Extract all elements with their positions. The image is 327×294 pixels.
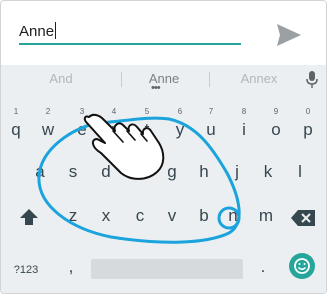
key-hint-t: 5	[144, 107, 150, 116]
key-hint-u: 7	[208, 107, 214, 116]
key-label-a: a	[35, 162, 45, 181]
compose-bar: Anne	[1, 1, 326, 65]
comma-key-label: ,	[68, 257, 74, 276]
key-label-t: t	[144, 120, 150, 139]
key-b[interactable]: b	[193, 206, 215, 226]
key-x[interactable]: x	[95, 206, 117, 226]
key-m[interactable]: m	[255, 206, 277, 226]
key-label-e: e	[77, 120, 87, 139]
suggestion-divider	[209, 72, 210, 87]
key-k[interactable]: k	[257, 162, 279, 182]
typed-text: Anne	[19, 23, 55, 40]
symbols-key-label: ?123	[13, 264, 39, 276]
key-label-l: l	[298, 162, 302, 181]
key-label-z: z	[68, 206, 78, 225]
suggestion-left-label: And	[49, 71, 73, 86]
key-label-f: f	[137, 162, 143, 181]
key-label-i: i	[242, 120, 246, 139]
suggestion-divider	[121, 72, 122, 87]
suggestion-left[interactable]: And	[31, 71, 91, 86]
key-label-h: h	[199, 162, 209, 181]
key-label-k: k	[263, 162, 273, 181]
spacebar[interactable]	[91, 259, 243, 279]
key-hint-i: 8	[241, 107, 247, 116]
key-r[interactable]: 4r	[103, 107, 125, 140]
key-l[interactable]: l	[289, 162, 311, 182]
emoji-key[interactable]	[289, 253, 315, 279]
key-e[interactable]: 3e	[71, 107, 93, 140]
key-label-o: o	[271, 120, 281, 139]
key-c[interactable]: c	[129, 206, 151, 226]
key-label-p: p	[303, 120, 313, 139]
suggestion-right[interactable]: Annex	[229, 71, 289, 86]
key-hint-q: 1	[13, 107, 19, 116]
key-label-c: c	[135, 206, 145, 225]
key-label-n: n	[228, 206, 238, 225]
backspace-icon[interactable]	[291, 210, 315, 226]
key-v[interactable]: v	[161, 206, 183, 226]
key-y[interactable]: 6y	[169, 107, 191, 140]
comma-key[interactable]: ,	[61, 257, 81, 277]
suggestion-right-label: Annex	[240, 71, 278, 86]
key-hint-y: 6	[177, 107, 183, 116]
period-key-label: .	[260, 257, 266, 276]
suggestion-strip: And Anne ••• Annex	[1, 65, 326, 94]
shift-icon[interactable]	[19, 208, 39, 226]
key-d[interactable]: d	[95, 162, 117, 182]
key-label-q: q	[11, 120, 21, 139]
more-suggestions-icon[interactable]: •••	[151, 83, 161, 94]
key-a[interactable]: a	[29, 162, 51, 182]
key-hint-e: 3	[79, 107, 85, 116]
key-p[interactable]: 0p	[297, 107, 319, 140]
key-label-r: r	[111, 120, 117, 139]
key-label-d: d	[101, 162, 111, 181]
suggestion-center[interactable]: Anne	[131, 71, 197, 86]
key-u[interactable]: 7u	[200, 107, 222, 140]
key-s[interactable]: s	[62, 162, 84, 182]
key-label-b: b	[199, 206, 209, 225]
key-i[interactable]: 8i	[233, 107, 255, 140]
key-label-x: x	[101, 206, 111, 225]
microphone-icon[interactable]	[306, 71, 318, 88]
send-icon[interactable]	[275, 21, 303, 49]
phone-screen: Anne And Anne ••• Annex 1q2w3e4r5t6y7u8i…	[0, 0, 327, 294]
key-hint-r: 4	[111, 107, 117, 116]
key-q[interactable]: 1q	[5, 107, 27, 140]
key-n[interactable]: n	[222, 206, 244, 226]
key-z[interactable]: z	[62, 206, 84, 226]
key-w[interactable]: 2w	[37, 107, 59, 140]
key-o[interactable]: 9o	[265, 107, 287, 140]
key-hint-o: 9	[273, 107, 279, 116]
key-j[interactable]: j	[226, 162, 248, 182]
symbols-key[interactable]: ?123	[9, 264, 43, 276]
key-g[interactable]: g	[161, 162, 183, 182]
key-f[interactable]: f	[129, 162, 151, 182]
key-hint-w: 2	[45, 107, 51, 116]
key-label-m: m	[258, 206, 274, 225]
key-label-u: u	[206, 120, 216, 139]
key-label-y: y	[175, 120, 185, 139]
key-label-w: w	[41, 120, 55, 139]
key-label-s: s	[68, 162, 78, 181]
key-t[interactable]: 5t	[136, 107, 158, 140]
key-h[interactable]: h	[193, 162, 215, 182]
text-cursor	[55, 22, 57, 39]
message-input[interactable]: Anne	[19, 21, 241, 45]
keyboard: And Anne ••• Annex 1q2w3e4r5t6y7u8i9o0p …	[1, 65, 326, 293]
period-key[interactable]: .	[253, 257, 273, 277]
key-label-g: g	[167, 162, 177, 181]
key-hint-p: 0	[305, 107, 311, 116]
key-label-j: j	[235, 162, 239, 181]
key-label-v: v	[167, 206, 177, 225]
emoji-icon	[294, 258, 310, 274]
